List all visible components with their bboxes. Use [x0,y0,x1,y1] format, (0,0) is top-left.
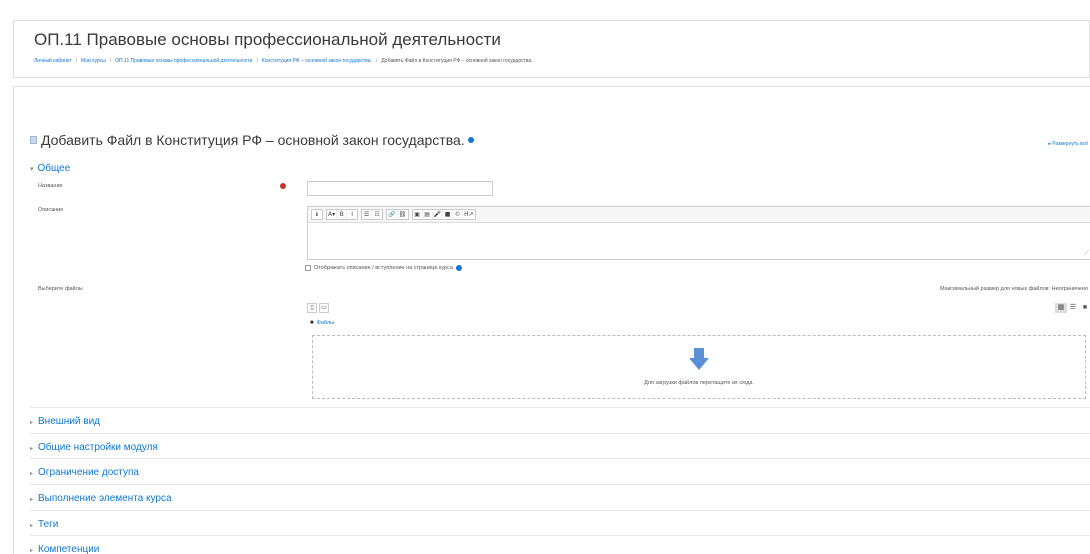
caret-right-icon: ▸ [30,497,34,503]
expand-all-link[interactable]: ▸ Развернуть всё [1048,141,1088,147]
resize-grip-icon[interactable]: ⟋ [1084,250,1089,258]
breadcrumb-item-current: Добавить Файл в Конституция РФ – основно… [381,58,533,64]
description-label: Описание [38,207,64,213]
ordered-list-icon[interactable]: ☷ [372,210,382,219]
files-path: ■ Файлы [310,320,334,326]
toolbar-group: ☰ ☷ [361,209,384,220]
list-view-icon[interactable]: ☰ [1067,303,1079,313]
show-description-option: Отображать описание / вступление на стра… [305,265,462,271]
required-icon [280,183,286,189]
max-size-info: Максимальный размер для новых файлов: Не… [940,286,1088,292]
caret-right-icon: ▸ [30,548,34,554]
section-competencies[interactable]: ▸ Компетенции [30,535,1090,554]
add-file-icon[interactable]: ▯ [307,303,317,313]
description-editor[interactable]: ℹ A▾ B I ☰ ☷ 🔗 ⛓ ▣ ▤ 🎤 ■ © H↗ ⟋ [307,206,1090,260]
show-description-label: Отображать описание / вступление на стра… [314,265,453,271]
editor-text-area[interactable] [308,223,1090,259]
caret-right-icon: ▸ [30,523,34,529]
dropzone-text: Для загрузки файлов перетащите их сюда. [644,380,754,386]
select-files-label: Выберите файлы [38,286,83,292]
grid-view-icon[interactable]: ▦ [1055,303,1067,313]
record-video-icon[interactable]: ■ [443,210,454,219]
help-icon[interactable] [467,137,474,143]
breadcrumb: Личный кабинет / Мои курсы / ОП.11 Правовые … [34,58,533,64]
name-input[interactable] [307,181,493,196]
italic-icon[interactable]: I [347,210,357,219]
breadcrumb-item-course[interactable]: ОП.11 Правовые основы профессиональной д… [115,58,252,64]
copyright-icon[interactable]: © [453,210,464,219]
caret-down-icon: ▾ [30,166,34,173]
section-appearance[interactable]: ▸ Внешний вид [30,407,1090,433]
page-title: Добавить Файл в Конституция РФ – основно… [41,132,465,148]
unlink-icon[interactable]: ⛓ [398,210,408,219]
toolbar-group: A▾ B I [326,209,359,220]
breadcrumb-item-topic[interactable]: Конституция РФ – основной закон государс… [262,58,372,64]
tree-view-icon[interactable]: ■ [1079,303,1090,313]
file-dropzone[interactable]: Для загрузки файлов перетащите их сюда. [312,335,1086,399]
help-icon[interactable] [455,265,462,271]
create-folder-icon[interactable]: ▭ [319,303,329,313]
unordered-list-icon[interactable]: ☰ [362,210,373,219]
section-general-toggle[interactable]: ▾ Общее [30,163,70,174]
name-label: Название [38,183,63,189]
filepicker-toolbar: ▯ ▭ ▦ ☰ ■ [307,298,1090,318]
toolbar-group: 🔗 ⛓ [386,209,409,220]
download-arrow-icon [689,348,709,370]
record-audio-icon[interactable]: 🎤 [433,210,444,219]
files-path-link[interactable]: Файлы [317,320,334,326]
section-access-restriction[interactable]: ▸ Ограничение доступа [30,458,1090,484]
editor-toolbar: ℹ A▾ B I ☰ ☷ 🔗 ⛓ ▣ ▤ 🎤 ■ © H↗ [308,207,1090,223]
html-icon[interactable]: H↗ [463,210,475,219]
media-icon[interactable]: ▤ [423,210,433,219]
section-activity-completion[interactable]: ▸ Выполнение элемента курса [30,484,1090,510]
page-heading: Добавить Файл в Конституция РФ – основно… [30,132,474,148]
caret-right-icon: ▸ [30,420,34,426]
image-icon[interactable]: ▣ [413,210,423,219]
caret-right-icon: ▸ [30,446,34,452]
folder-icon: ■ [310,320,314,326]
toolbar-group: ℹ [311,209,323,220]
font-style-icon[interactable]: A▾ [327,210,338,219]
breadcrumb-item-my-courses[interactable]: Мои курсы [81,58,106,64]
link-icon[interactable]: 🔗 [387,210,398,219]
info-icon[interactable]: ℹ [312,210,322,219]
show-description-checkbox[interactable] [305,265,311,271]
course-header: ОП.11 Правовые основы профессиональной д… [13,20,1090,78]
breadcrumb-item-dashboard[interactable]: Личный кабинет [34,58,72,64]
section-tags[interactable]: ▸ Теги [30,510,1090,536]
main-content: Добавить Файл в Конституция РФ – основно… [13,86,1090,554]
file-icon [30,136,37,144]
section-common-module-settings[interactable]: ▸ Общие настройки модуля [30,433,1090,459]
toolbar-group: ▣ ▤ 🎤 ■ © H↗ [411,209,476,220]
caret-right-icon: ▸ [30,471,34,477]
course-title: ОП.11 Правовые основы профессиональной д… [34,30,501,49]
bold-icon[interactable]: B [337,210,348,219]
